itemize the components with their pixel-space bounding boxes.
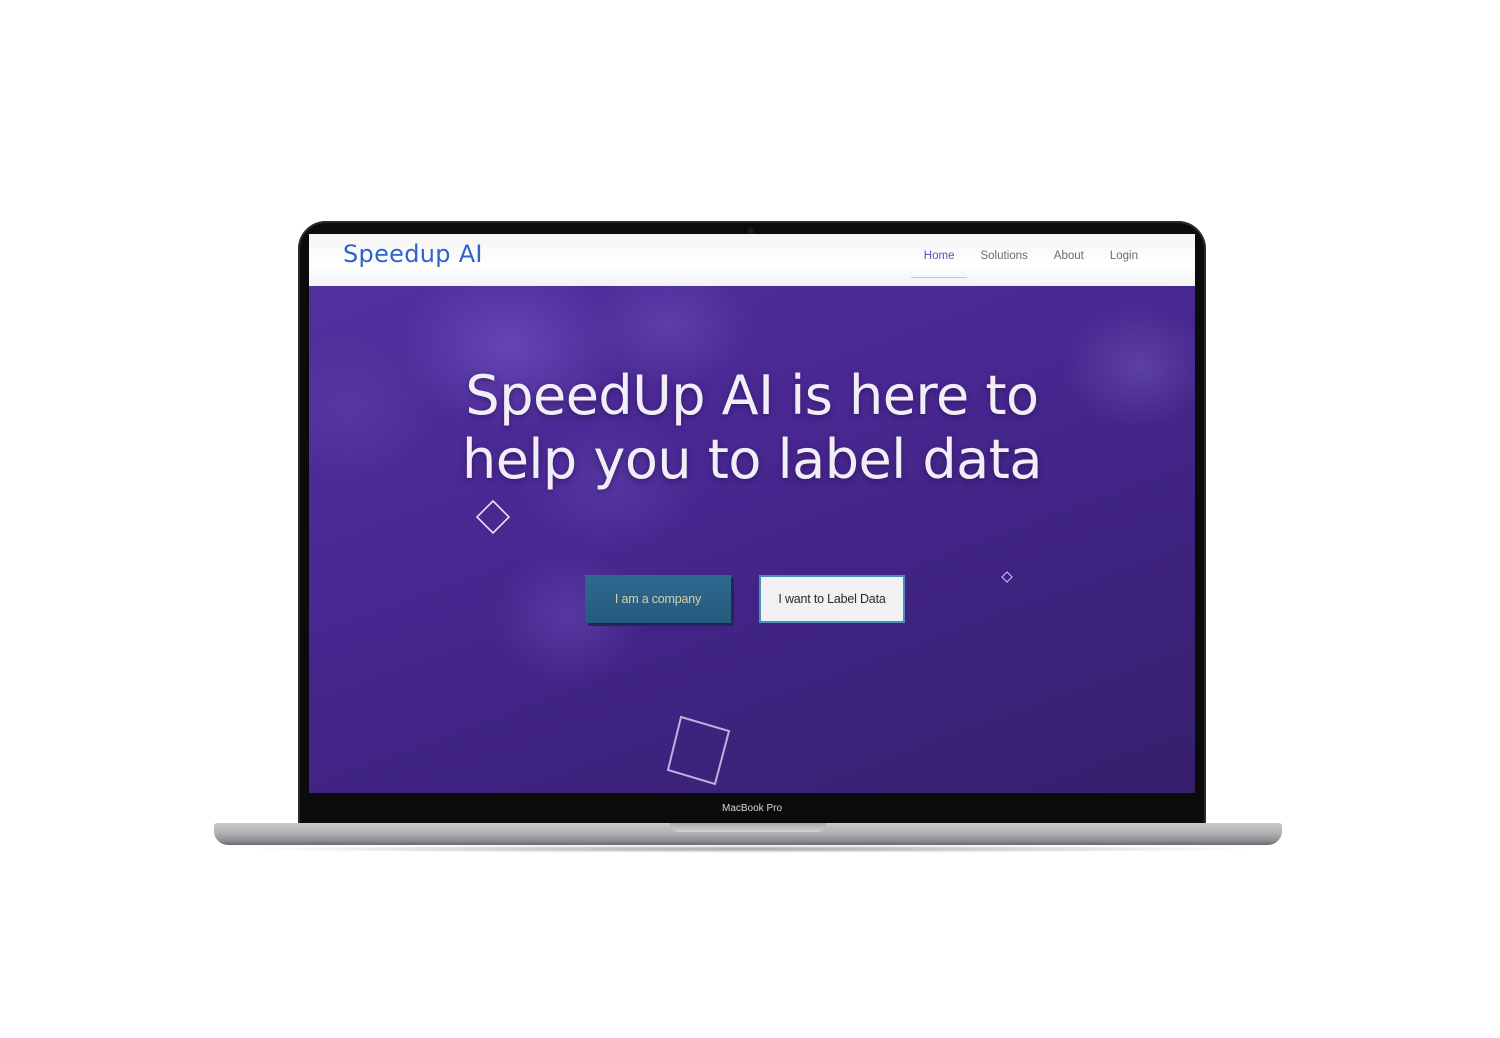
small-diamond-icon <box>1001 571 1013 583</box>
device-model-label: MacBook Pro <box>721 803 783 814</box>
hero-section: SpeedUp AI is here to help you to label … <box>309 286 1195 793</box>
square-outline-icon <box>666 715 731 786</box>
brand-logo[interactable]: Speedup AI <box>343 240 483 268</box>
hero-headline-line1: SpeedUp AI is here to <box>465 364 1039 427</box>
company-button[interactable]: I am a company <box>585 575 731 623</box>
diamond-outline-icon <box>475 499 511 535</box>
nav-links: Home Solutions About Login <box>910 234 1151 286</box>
laptop-opening-notch <box>670 823 826 832</box>
nav-about-link[interactable]: About <box>1041 234 1097 286</box>
nav-solutions-link[interactable]: Solutions <box>967 234 1040 286</box>
nav-home-link[interactable]: Home <box>910 234 968 278</box>
top-navbar: Speedup AI Home Solutions About Login <box>309 234 1195 286</box>
hero-headline-line2: help you to label data <box>461 428 1043 491</box>
nav-login-link[interactable]: Login <box>1097 234 1151 286</box>
laptop-mockup: Speedup AI Home Solutions About Login Sp… <box>0 0 1500 1038</box>
laptop-shadow <box>240 845 1260 853</box>
laptop-screen: Speedup AI Home Solutions About Login Sp… <box>309 234 1195 793</box>
hero-headline: SpeedUp AI is here to help you to label … <box>309 364 1195 492</box>
label-data-button[interactable]: I want to Label Data <box>759 575 905 623</box>
